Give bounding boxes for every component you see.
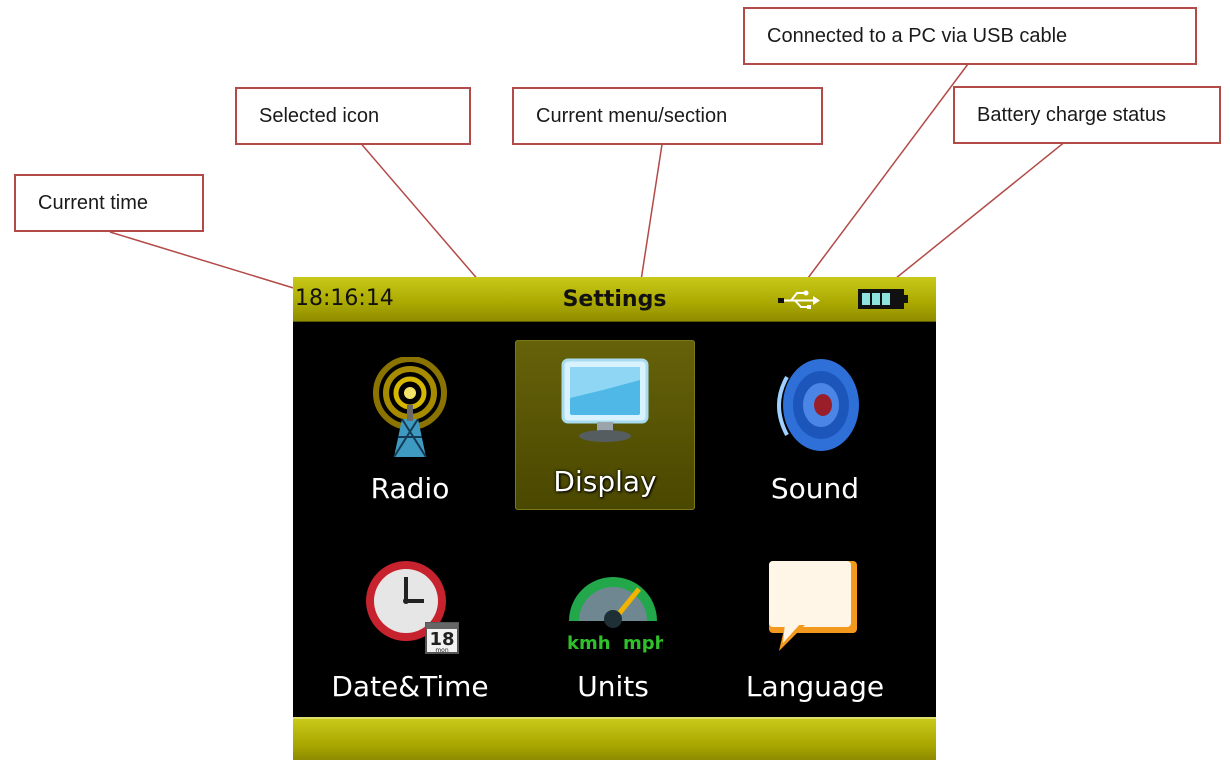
radio-tower-icon	[373, 357, 447, 457]
menu-item-units[interactable]: kmh mph Units	[523, 549, 703, 709]
menu-item-label: Units	[577, 670, 649, 703]
menu-item-label: Radio	[370, 472, 450, 505]
speaker-icon	[777, 359, 859, 451]
menu-item-label: Display	[553, 465, 657, 498]
menu-title: Settings	[562, 287, 667, 312]
callout-selected-icon: Selected icon	[235, 87, 471, 145]
menu-item-date-time[interactable]: 18 mon Date&Time	[320, 549, 500, 709]
battery-segment	[892, 293, 900, 305]
calendar-weekday: mon	[435, 647, 449, 654]
leader-line-battery	[884, 123, 1088, 288]
battery-segment	[882, 293, 890, 305]
clock-calendar-icon: 18 mon	[366, 561, 459, 654]
leader-line-time	[109, 231, 301, 291]
unit-mph: mph	[623, 633, 663, 654]
monitor-icon	[561, 358, 649, 442]
menu-item-display[interactable]: Display	[515, 340, 695, 510]
speech-bubble-icon	[769, 561, 857, 651]
menu-item-sound[interactable]: Sound	[725, 351, 905, 511]
usb-icon	[778, 290, 820, 309]
device-screen: 18:16:14 Settings Radio Display Sound 18…	[293, 277, 936, 760]
callout-battery-status: Battery charge status	[953, 86, 1221, 144]
callout-current-menu: Current menu/section	[512, 87, 823, 145]
callout-current-time: Current time	[14, 174, 204, 232]
unit-kmh: kmh	[567, 633, 611, 654]
callout-usb-connection: Connected to a PC via USB cable	[743, 7, 1197, 65]
battery-segment	[872, 293, 880, 305]
leader-line-menu	[639, 124, 666, 288]
menu-item-language[interactable]: Language	[725, 549, 905, 709]
menu-item-label: Date&Time	[331, 670, 489, 703]
menu-item-label: Sound	[770, 472, 860, 505]
menu-item-label: Language	[745, 670, 885, 703]
battery-segment	[862, 293, 870, 305]
bottom-bar	[293, 717, 936, 760]
status-bar: 18:16:14 Settings	[293, 277, 936, 322]
battery-icon	[858, 289, 908, 309]
menu-item-radio[interactable]: Radio	[320, 351, 500, 511]
leader-line-usb	[807, 63, 969, 279]
speedometer-icon: kmh mph	[567, 577, 663, 654]
